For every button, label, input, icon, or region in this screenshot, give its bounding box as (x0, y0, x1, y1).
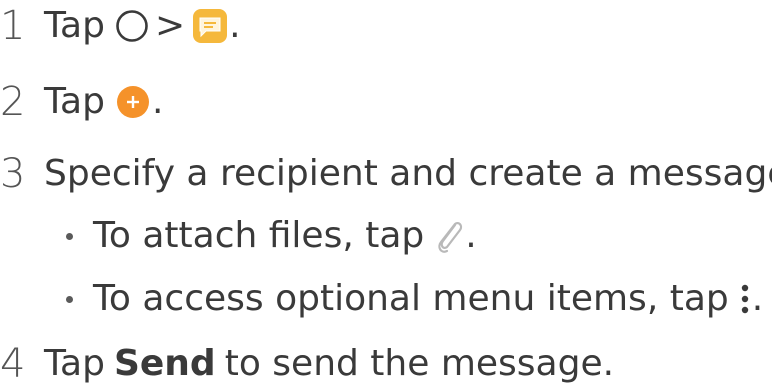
bullet-text-after: . (751, 278, 764, 319)
step-4: 4 Tap Send to send the message. (0, 344, 614, 384)
bullet-item-attach: To attach files, tap . (66, 217, 477, 255)
step-text-before: Tap (44, 5, 105, 46)
step-text-after: . (151, 81, 164, 122)
home-circle-icon (114, 8, 150, 44)
paperclip-icon (433, 217, 465, 255)
step-3: 3 Specify a recipient and create a messa… (0, 154, 772, 194)
bullet-dot (66, 232, 73, 240)
bullet-dot (66, 295, 73, 303)
step-number: 3 (0, 151, 26, 197)
step-text-after: to send the message. (224, 343, 615, 384)
step-text-after: . (229, 5, 241, 46)
bullet-text-before: To attach files, tap (93, 215, 425, 256)
new-message-plus-icon (114, 83, 152, 121)
step-text: Tap . (44, 83, 163, 121)
step-text-before: Tap (44, 343, 105, 384)
bullet-item-menu: To access optional menu items, tap . (66, 280, 763, 318)
step-text: Tap > . (44, 7, 241, 45)
step-2: 2 Tap . (0, 82, 163, 122)
step-separator: > (154, 5, 186, 46)
bullet-text-before: To access optional menu items, tap (93, 278, 729, 319)
more-options-icon (738, 280, 752, 318)
step-text: Specify a recipient and create a message… (44, 153, 772, 194)
send-button-label: Send (113, 343, 216, 384)
step-number: 2 (0, 79, 26, 125)
messaging-app-icon (191, 7, 229, 45)
step-1: 1 Tap > . (0, 6, 241, 46)
step-number: 1 (0, 3, 26, 49)
bullet-text-after: . (465, 215, 477, 256)
step-text: Tap Send to send the message. (44, 346, 614, 382)
step-number: 4 (0, 341, 26, 387)
step-text-before: Tap (44, 81, 105, 122)
